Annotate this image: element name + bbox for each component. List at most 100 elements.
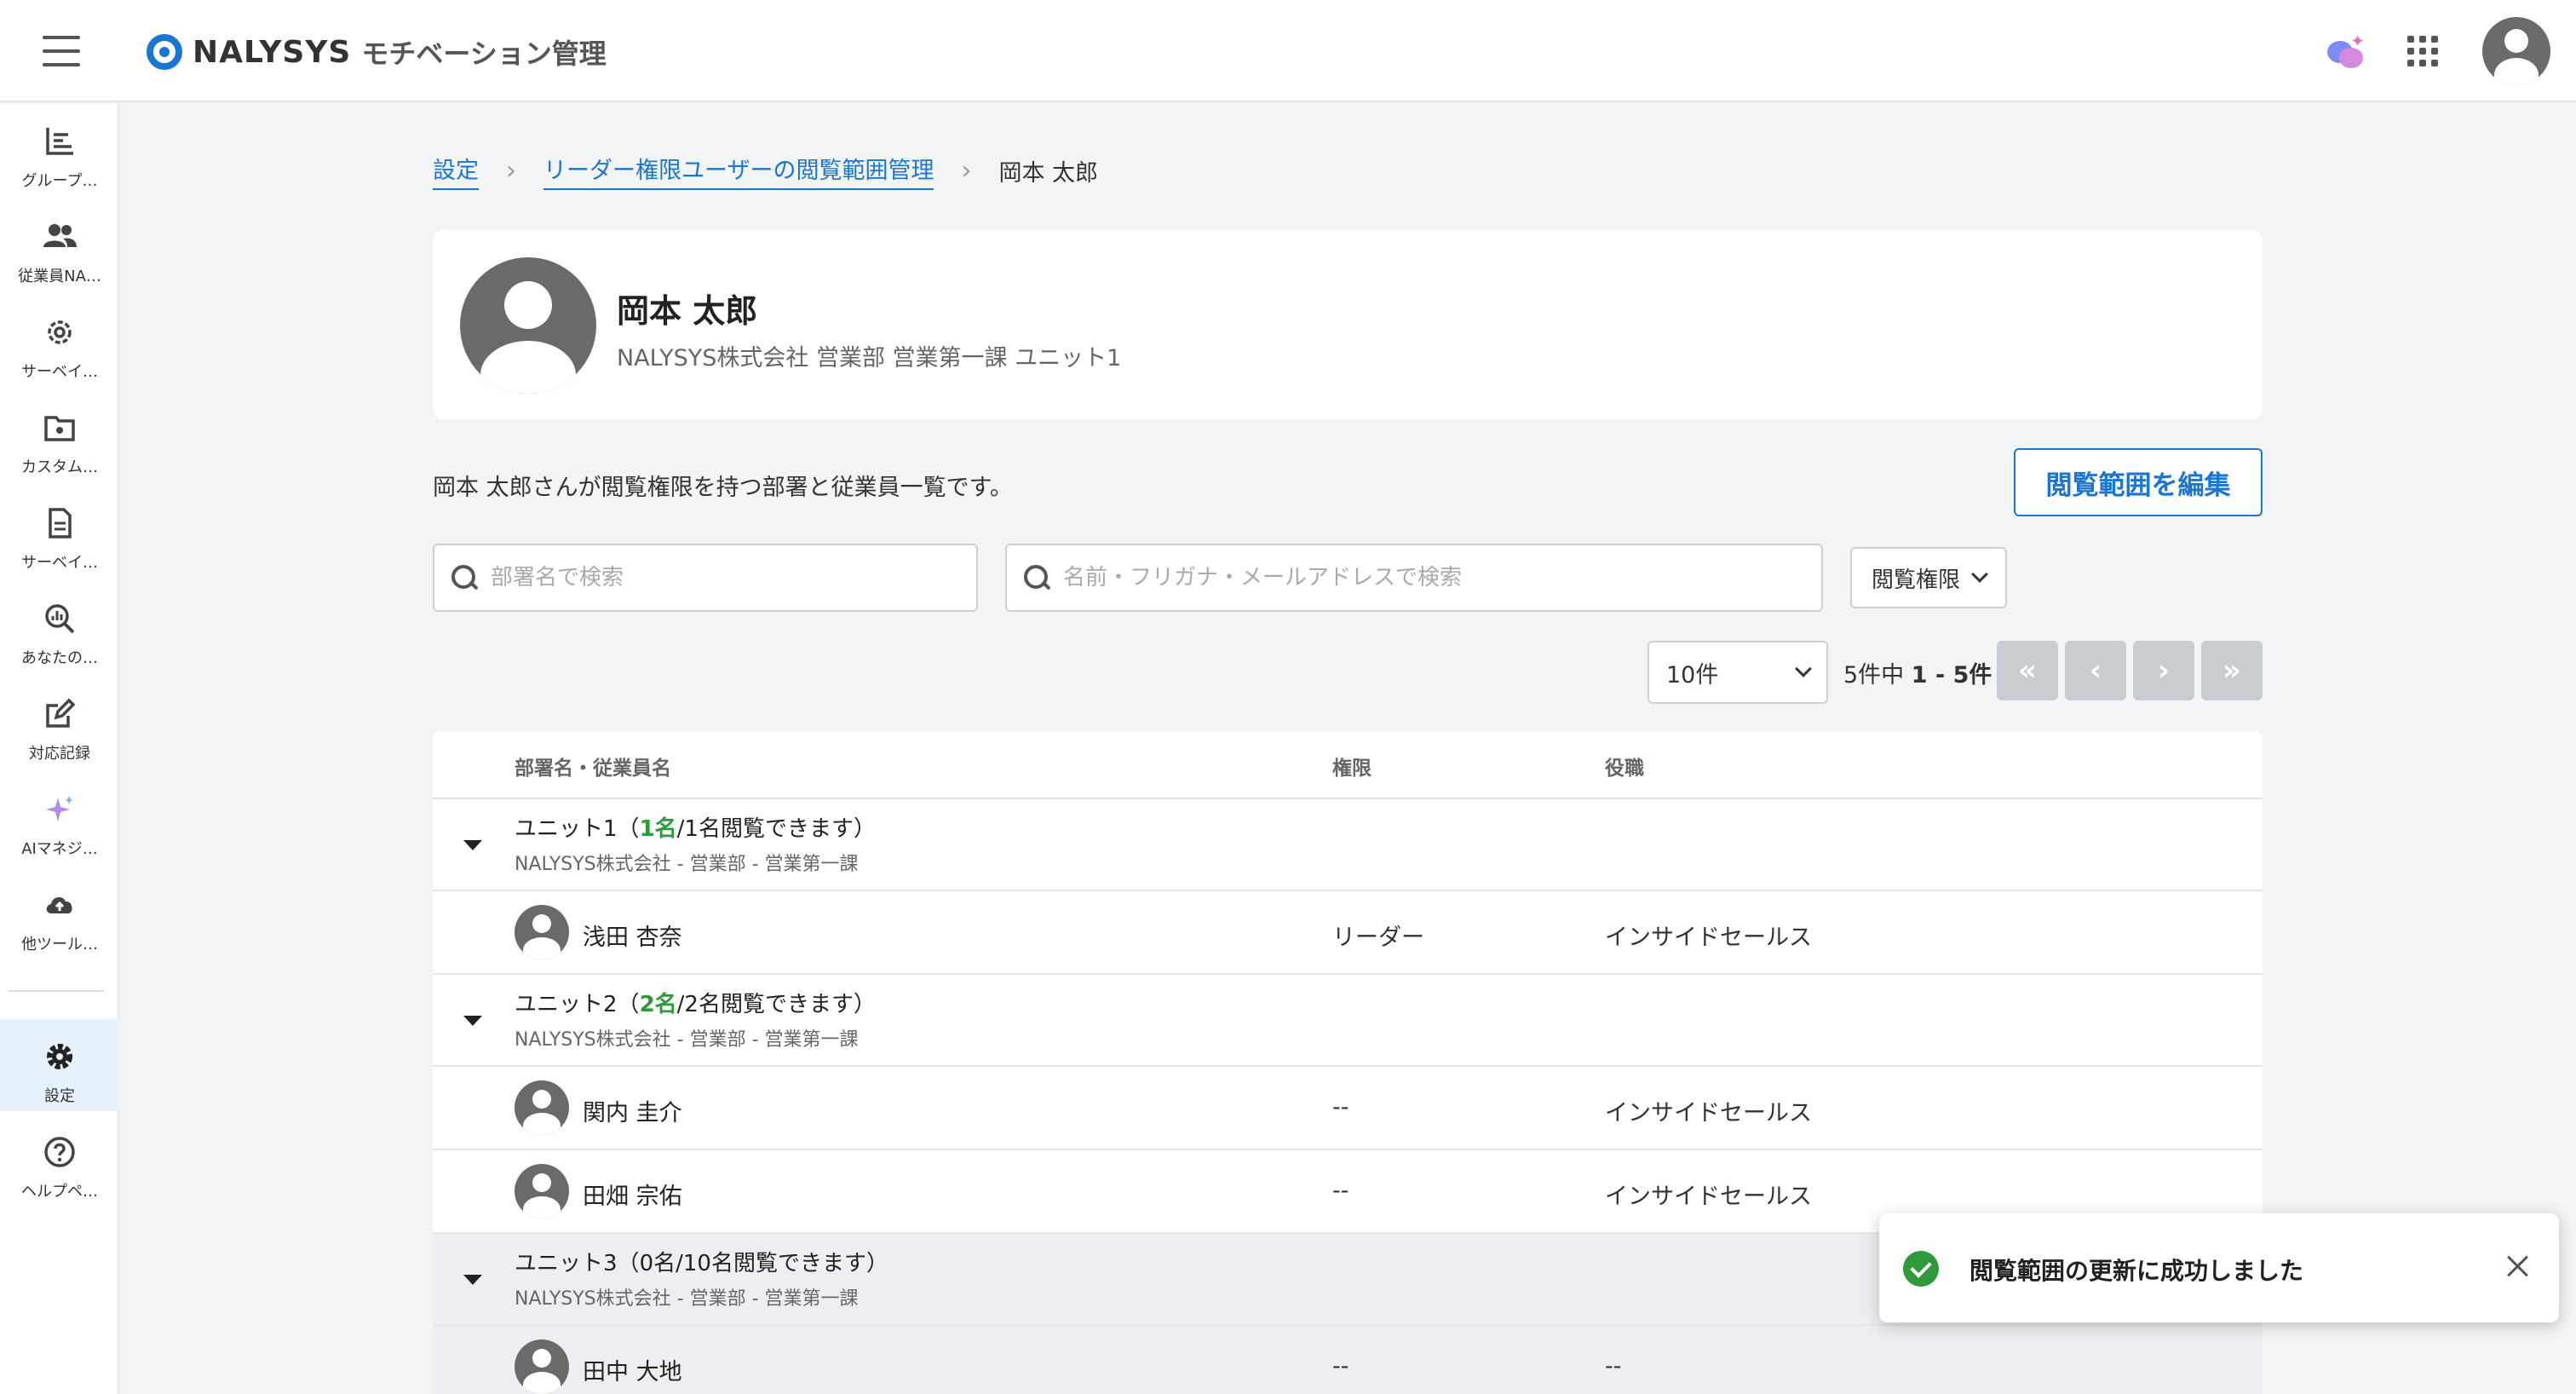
- menu-icon[interactable]: [43, 36, 80, 66]
- sidebar-item-employees[interactable]: 従業員NA…: [0, 199, 119, 291]
- unit-row[interactable]: ユニット2（2名/2名閲覧できます） NALYSYS株式会社 - 営業部 - 営…: [433, 975, 2263, 1067]
- employee-avatar: [515, 1080, 569, 1135]
- dept-search-input[interactable]: [491, 565, 912, 590]
- ai-chat-icon[interactable]: ✦: [2324, 32, 2365, 70]
- app-logo[interactable]: NALYSYS モチベーション管理: [147, 31, 607, 73]
- employee-position: インサイドセールス: [1605, 925, 1812, 951]
- sidebar-item-settings[interactable]: 設定: [0, 1019, 119, 1111]
- employee-row: 浅田 杏奈 リーダー インサイドセールス: [433, 891, 2263, 975]
- user-avatar[interactable]: [2482, 17, 2550, 85]
- employee-position: --: [1605, 1353, 1622, 1380]
- page-range: 1 - 5件: [1911, 662, 1992, 688]
- employee-avatar: [515, 1164, 569, 1218]
- page-info: 5件中 1 - 5件: [1843, 656, 1992, 689]
- search-icon: [1022, 563, 1051, 592]
- per-page-select[interactable]: 10件: [1647, 641, 1828, 704]
- sidebar-item-label: あなたの…: [21, 649, 98, 667]
- sidebar-item-custom[interactable]: カスタム…: [0, 390, 119, 482]
- gear-icon: [41, 314, 78, 351]
- sidebar-item-survey-settings[interactable]: サーベイ…: [0, 295, 119, 387]
- chevron-down-icon: [1971, 566, 1988, 583]
- column-header-role: 権限: [1332, 757, 1371, 780]
- help-icon: [41, 1133, 78, 1171]
- logo-brand: NALYSYS: [193, 34, 352, 70]
- sidebar-item-group[interactable]: グループ…: [0, 104, 119, 196]
- prev-page-button[interactable]: ‹: [2065, 641, 2126, 700]
- sidebar-item-label: 従業員NA…: [18, 268, 101, 285]
- employee-avatar: [515, 1339, 569, 1394]
- settings-icon: [41, 1038, 78, 1075]
- caret-down-icon[interactable]: [463, 1275, 482, 1285]
- next-page-button[interactable]: ›: [2133, 641, 2194, 700]
- search-chart-icon: [41, 600, 78, 637]
- logo-mark-icon: [147, 34, 182, 70]
- name-search-input[interactable]: [1063, 565, 1703, 590]
- sidebar-item-label: AIマネジ…: [21, 840, 98, 858]
- sidebar-item-help[interactable]: ヘルプペ…: [0, 1115, 119, 1207]
- unit-path: NALYSYS株式会社 - 営業部 - 営業第一課: [515, 1029, 859, 1051]
- employee-avatar: [515, 905, 569, 959]
- sidebar-item-label: 設定: [44, 1087, 75, 1105]
- employee-role: --: [1332, 1353, 1349, 1380]
- unit-name: ユニット2（2名/2名閲覧できます）: [515, 992, 876, 1017]
- sparkle-icon: [41, 791, 78, 828]
- breadcrumb-current: 岡本 太郎: [998, 160, 1099, 187]
- column-header-name: 部署名・従業員名: [515, 757, 671, 780]
- apps-grid-icon[interactable]: [2407, 36, 2438, 66]
- toast-message: 閲覧範囲の更新に成功しました: [1969, 1257, 2304, 1285]
- breadcrumb: 設定 › リーダー権限ユーザーの閲覧範囲管理 › 岡本 太郎: [433, 152, 1098, 190]
- sidebar-divider: [9, 990, 104, 992]
- breadcrumb-settings-link[interactable]: 設定: [433, 152, 479, 190]
- breadcrumb-leader-scope-link[interactable]: リーダー権限ユーザーの閲覧範囲管理: [543, 152, 934, 190]
- unit-name: ユニット1（1名/1名閲覧できます）: [515, 816, 876, 842]
- employee-name: 関内 圭介: [583, 1100, 682, 1126]
- sidebar-item-other-tools[interactable]: 他ツール…: [0, 867, 119, 959]
- filter-label: 閲覧権限: [1871, 567, 1960, 593]
- close-icon[interactable]: [2503, 1251, 2533, 1282]
- caret-down-icon[interactable]: [463, 1016, 482, 1026]
- unit-path: NALYSYS株式会社 - 営業部 - 営業第一課: [515, 854, 859, 875]
- employee-row: 関内 圭介 -- インサイドセールス: [433, 1067, 2263, 1150]
- employee-name: 田畑 宗佑: [583, 1184, 682, 1210]
- chevron-down-icon: [1795, 660, 1812, 677]
- profile-name: 岡本 太郎: [617, 292, 758, 330]
- sidebar-item-survey[interactable]: サーベイ…: [0, 486, 119, 578]
- sidebar-item-records[interactable]: 対応記録: [0, 677, 119, 769]
- page-description: 岡本 太郎さんが閲覧権限を持つ部署と従業員一覧です。: [433, 475, 1013, 501]
- dept-search-box[interactable]: [433, 544, 978, 612]
- employee-name: 田中 大地: [583, 1359, 682, 1385]
- chevron-right-icon: ›: [506, 156, 516, 186]
- folder-gear-icon: [41, 409, 78, 446]
- people-icon: [41, 218, 78, 256]
- unit-path: NALYSYS株式会社 - 営業部 - 営業第一課: [515, 1288, 859, 1310]
- employee-position: インサイドセールス: [1605, 1100, 1812, 1126]
- permission-filter-dropdown[interactable]: 閲覧権限: [1850, 547, 2007, 608]
- app-header: NALYSYS モチベーション管理 ✦: [0, 0, 2576, 102]
- sidebar-item-label: サーベイ…: [21, 363, 98, 381]
- sidebar: グループ… 従業員NA… サーベイ… カスタム… サーベイ… あなたの… 対応記…: [0, 104, 119, 1394]
- name-search-box[interactable]: [1005, 544, 1823, 612]
- document-icon: [41, 504, 78, 542]
- sidebar-item-ai[interactable]: AIマネジ…: [0, 772, 119, 864]
- profile-card: 岡本 太郎 NALYSYS株式会社 営業部 営業第一課 ユニット1: [433, 230, 2263, 419]
- sidebar-item-label: ヘルプペ…: [21, 1183, 98, 1201]
- sidebar-item-label: 対応記録: [29, 745, 90, 763]
- edit-icon: [41, 695, 78, 733]
- cloud-upload-icon: [41, 886, 78, 924]
- first-page-button[interactable]: «: [1997, 641, 2058, 700]
- edit-scope-button[interactable]: 閲覧範囲を編集: [2014, 448, 2263, 516]
- logo-product: モチベーション管理: [361, 37, 607, 70]
- sidebar-item-yours[interactable]: あなたの…: [0, 581, 119, 673]
- employee-name: 浅田 杏奈: [583, 925, 682, 951]
- per-page-value: 10件: [1666, 661, 1719, 688]
- check-circle-icon: [1903, 1251, 1939, 1287]
- sidebar-item-label: グループ…: [21, 172, 98, 190]
- employee-position: インサイドセールス: [1605, 1184, 1812, 1210]
- page-total: 5件中: [1843, 662, 1905, 688]
- unit-row[interactable]: ユニット1（1名/1名閲覧できます） NALYSYS株式会社 - 営業部 - 営…: [433, 799, 2263, 891]
- last-page-button[interactable]: »: [2201, 641, 2263, 700]
- employee-row: 田中 大地 -- --: [433, 1326, 2263, 1394]
- caret-down-icon[interactable]: [463, 840, 482, 850]
- sidebar-item-label: 他ツール…: [21, 936, 98, 953]
- chevron-right-icon: ›: [961, 156, 972, 186]
